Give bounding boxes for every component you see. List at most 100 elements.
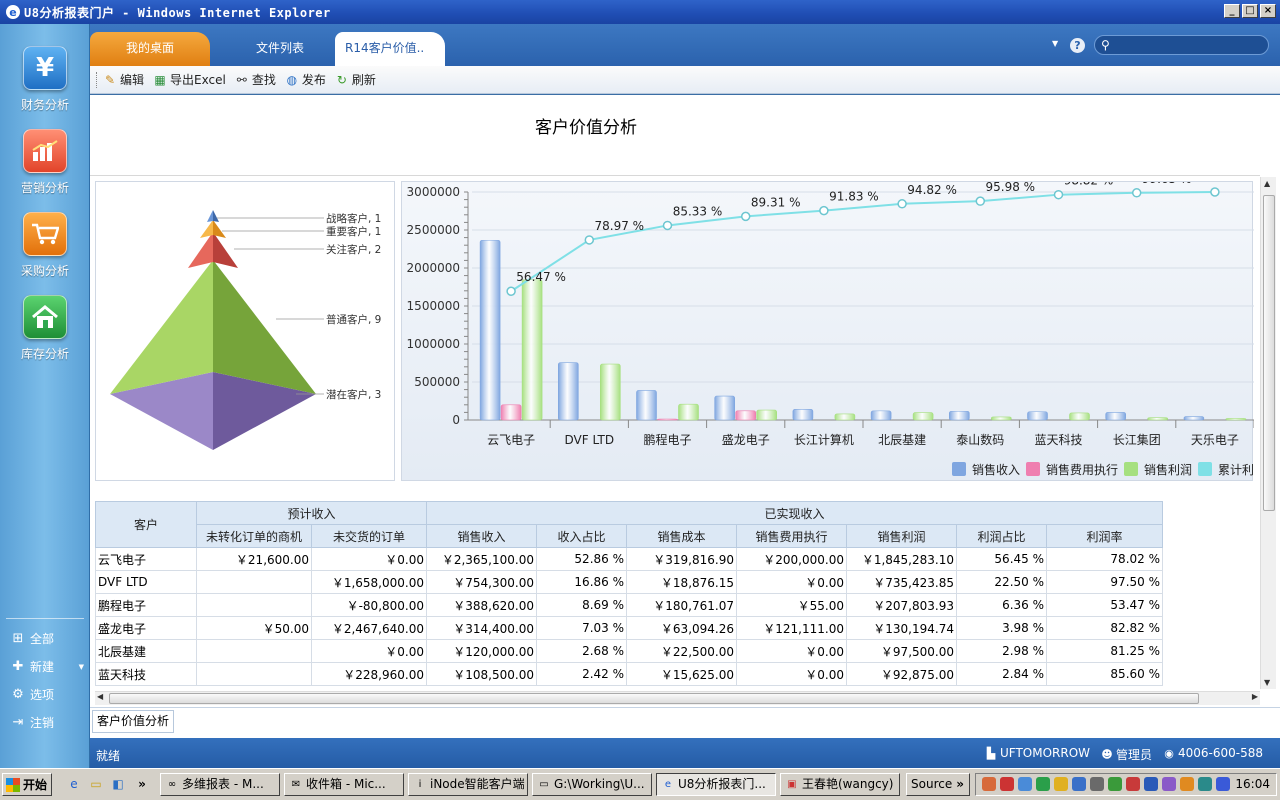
value-cell[interactable]: ￥319,816.90 (626, 547, 737, 571)
value-cell[interactable]: 6.36 % (956, 593, 1047, 617)
customer-name-cell[interactable]: 盛龙电子 (95, 616, 197, 640)
tab-file-list[interactable]: 文件列表 (220, 32, 340, 66)
tray-icon[interactable] (1198, 777, 1212, 791)
value-cell[interactable]: ￥18,876.15 (626, 570, 737, 594)
task-multidim-report[interactable]: ∞ 多维报表 - M... (160, 773, 280, 796)
desktop-quicklaunch-icon[interactable]: ◧ (110, 776, 126, 792)
value-cell[interactable]: ￥314,400.00 (426, 616, 537, 640)
value-cell[interactable]: ￥97,500.00 (846, 639, 957, 663)
value-cell[interactable]: ￥108,500.00 (426, 662, 537, 686)
value-cell[interactable]: 78.02 % (1046, 547, 1163, 571)
value-cell[interactable]: 53.47 % (1046, 593, 1163, 617)
value-cell[interactable]: ￥1,845,283.10 (846, 547, 957, 571)
menu-options[interactable]: ⚙ 选项 (10, 686, 88, 703)
table-row[interactable]: DVF LTD ￥1,658,000.00 ￥754,300.00 16.86 % ￥1… (95, 570, 1163, 594)
vertical-scroll-thumb[interactable] (1263, 195, 1275, 511)
menu-new[interactable]: ✚ 新建 ▼ (10, 658, 88, 675)
value-cell[interactable]: ￥-80,800.00 (311, 593, 427, 617)
tray-icon[interactable] (1144, 777, 1158, 791)
value-cell[interactable]: 82.82 % (1046, 616, 1163, 640)
table-row[interactable]: 鹏程电子 ￥-80,800.00 ￥388,620.00 8.69 % ￥180,761… (95, 593, 1163, 617)
tray-icon[interactable] (1072, 777, 1086, 791)
value-cell[interactable]: ￥180,761.07 (626, 593, 737, 617)
col-header[interactable]: 销售成本 (626, 524, 737, 548)
find-button[interactable]: ⚯ 查找 (234, 71, 276, 88)
value-cell[interactable]: ￥2,365,100.00 (426, 547, 537, 571)
value-cell[interactable]: ￥22,500.00 (626, 639, 737, 663)
help-icon[interactable]: ? (1070, 38, 1085, 53)
customer-name-cell[interactable]: 北辰基建 (95, 639, 197, 663)
value-cell[interactable]: ￥92,875.00 (846, 662, 957, 686)
value-cell[interactable]: 7.03 % (536, 616, 627, 640)
scroll-down-icon[interactable]: ▼ (1264, 678, 1270, 687)
value-cell[interactable]: 3.98 % (956, 616, 1047, 640)
tray-icon[interactable] (1054, 777, 1068, 791)
value-cell[interactable]: ￥1,658,000.00 (311, 570, 427, 594)
value-cell[interactable]: ￥0.00 (736, 570, 847, 594)
scroll-left-icon[interactable]: ◀ (97, 692, 103, 701)
value-cell[interactable]: ￥207,803.93 (846, 593, 957, 617)
tray-icon[interactable] (982, 777, 996, 791)
horizontal-scrollbar[interactable]: ◀ ▶ (95, 691, 1260, 705)
value-cell[interactable]: 85.60 % (1046, 662, 1163, 686)
value-cell[interactable]: ￥63,094.26 (626, 616, 737, 640)
value-cell[interactable]: ￥130,194.74 (846, 616, 957, 640)
folder-quicklaunch-icon[interactable]: ▭ (88, 776, 104, 792)
tray-icon[interactable] (1108, 777, 1122, 791)
task-u8-portal[interactable]: e U8分析报表门... (656, 773, 776, 796)
table-row[interactable]: 云飞电子 ￥21,600.00 ￥0.00 ￥2,365,100.00 52.86 % ￥… (95, 547, 1163, 571)
sheet-tab-customer-value[interactable]: 客户价值分析 (92, 710, 175, 733)
value-cell[interactable] (196, 639, 312, 663)
close-button[interactable]: × (1260, 4, 1276, 18)
value-cell[interactable]: ￥50.00 (196, 616, 312, 640)
tray-icon[interactable] (1126, 777, 1140, 791)
tray-icon[interactable] (1000, 777, 1014, 791)
task-explorer-folder[interactable]: ▭ G:\Working\U... (532, 773, 652, 796)
search-input[interactable] (1117, 37, 1262, 53)
tray-icon[interactable] (1162, 777, 1176, 791)
refresh-button[interactable]: ↻ 刷新 (334, 71, 376, 88)
value-cell[interactable]: ￥228,960.00 (311, 662, 427, 686)
module-finance[interactable]: ¥ 财务分析 (0, 46, 90, 113)
value-cell[interactable]: ￥735,423.85 (846, 570, 957, 594)
value-cell[interactable]: ￥120,000.00 (426, 639, 537, 663)
customer-name-cell[interactable]: 蓝天科技 (95, 662, 197, 686)
task-source[interactable]: Source» (906, 773, 970, 796)
col-header[interactable]: 销售收入 (426, 524, 537, 548)
tray-icon[interactable] (1180, 777, 1194, 791)
value-cell[interactable]: ￥0.00 (736, 639, 847, 663)
col-customer-header[interactable]: 客户 (95, 501, 197, 548)
task-inbox[interactable]: ✉ 收件箱 - Mic... (284, 773, 404, 796)
col-header[interactable]: 未转化订单的商机 (196, 524, 312, 548)
value-cell[interactable]: ￥388,620.00 (426, 593, 537, 617)
value-cell[interactable]: ￥0.00 (311, 639, 427, 663)
value-cell[interactable]: ￥15,625.00 (626, 662, 737, 686)
value-cell[interactable]: ￥21,600.00 (196, 547, 312, 571)
scroll-right-icon[interactable]: ▶ (1252, 692, 1258, 701)
value-cell[interactable]: ￥2,467,640.00 (311, 616, 427, 640)
minimize-button[interactable]: _ (1224, 4, 1240, 18)
col-header[interactable]: 利润占比 (956, 524, 1047, 548)
col-header[interactable]: 收入占比 (536, 524, 627, 548)
value-cell[interactable]: 97.50 % (1046, 570, 1163, 594)
publish-button[interactable]: ◍ 发布 (284, 71, 326, 88)
col-header[interactable]: 未交货的订单 (311, 524, 427, 548)
table-row[interactable]: 盛龙电子 ￥50.00 ￥2,467,640.00 ￥314,400.00 7.03 %… (95, 616, 1163, 640)
menu-all[interactable]: ⊞ 全部 (10, 630, 88, 647)
value-cell[interactable]: 2.84 % (956, 662, 1047, 686)
search-icon[interactable]: ⚲ (1101, 38, 1110, 52)
tab-my-desktop[interactable]: 我的桌面 (90, 32, 210, 66)
col-header[interactable]: 销售费用执行 (736, 524, 847, 548)
value-cell[interactable] (196, 662, 312, 686)
value-cell[interactable]: ￥121,111.00 (736, 616, 847, 640)
value-cell[interactable] (196, 570, 312, 594)
maximize-button[interactable]: □ (1242, 4, 1258, 18)
value-cell[interactable]: 8.69 % (536, 593, 627, 617)
value-cell[interactable]: ￥754,300.00 (426, 570, 537, 594)
menu-logout[interactable]: ⇥ 注销 (10, 714, 88, 731)
value-cell[interactable]: 81.25 % (1046, 639, 1163, 663)
value-cell[interactable]: 56.45 % (956, 547, 1047, 571)
scroll-up-icon[interactable]: ▲ (1264, 179, 1270, 188)
value-cell[interactable]: 52.86 % (536, 547, 627, 571)
customer-name-cell[interactable]: 云飞电子 (95, 547, 197, 571)
